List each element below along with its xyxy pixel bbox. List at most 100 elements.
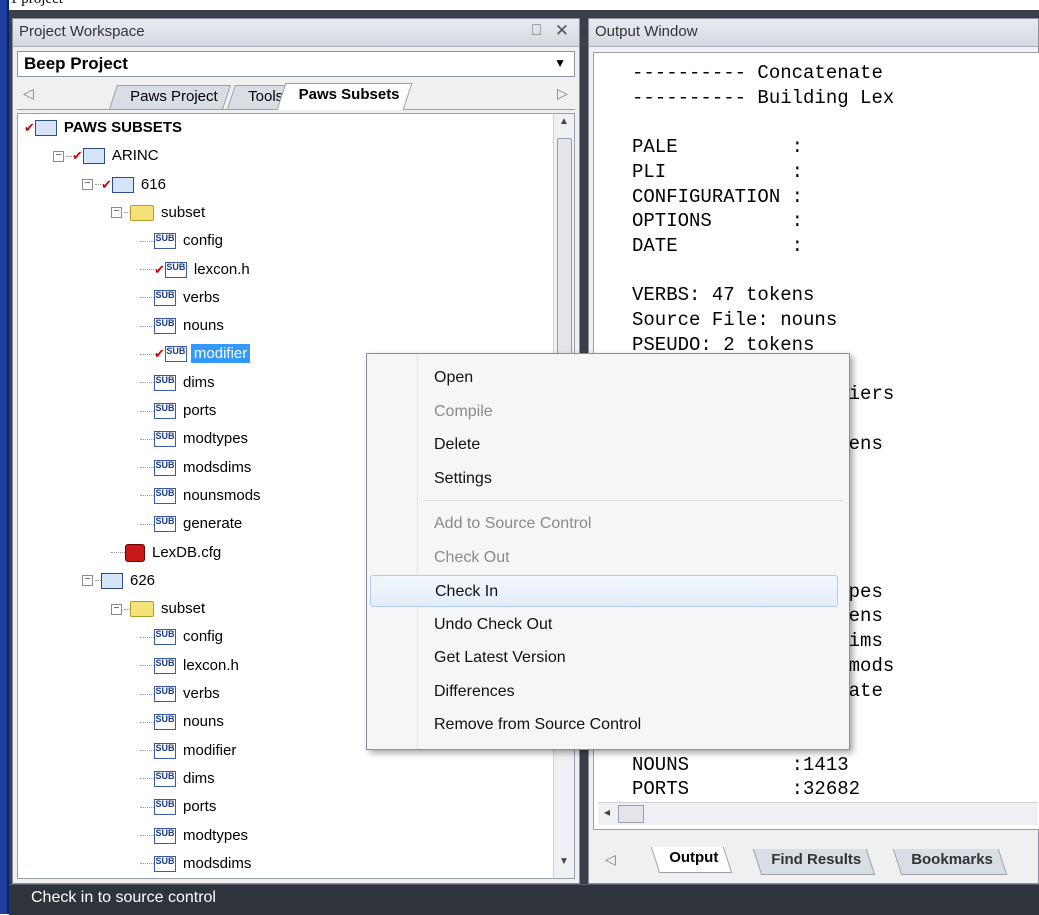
- sub-file-icon: SUB: [154, 799, 176, 816]
- expander-icon[interactable]: −: [82, 179, 93, 191]
- tree-connector: [140, 325, 154, 327]
- tree-item[interactable]: SUB ports: [140, 794, 219, 820]
- tree-item[interactable]: SUB modtypes: [140, 823, 251, 849]
- project-combo[interactable]: Beep Project ▼: [17, 51, 575, 77]
- output-line: OPTIONS :: [632, 210, 804, 233]
- tree-item-label: LexDB.cfg: [152, 543, 222, 561]
- status-bar: Check in to source control: [9, 884, 1039, 915]
- tree-item[interactable]: SUB dims: [140, 766, 218, 792]
- tab-find-results[interactable]: Find Results: [752, 849, 876, 875]
- sub-file-icon: SUB: [154, 459, 176, 476]
- hscroll-thumb[interactable]: [618, 805, 644, 823]
- output-horizontal-scrollbar[interactable]: ◂: [598, 802, 1038, 825]
- tree-connector: [140, 750, 154, 752]
- tree-item[interactable]: SUB nouns: [140, 709, 227, 735]
- sub-file-icon: SUB: [154, 714, 176, 731]
- expander-icon[interactable]: −: [111, 207, 122, 219]
- tree-item-label: modsdims: [183, 458, 252, 476]
- tree-item[interactable]: ✔ PAWS SUBSETS: [24, 115, 185, 141]
- tree-item-label: config: [183, 628, 224, 646]
- menu-separator: [423, 500, 843, 501]
- tree-item-label: modtypes: [183, 430, 249, 448]
- scroll-left-icon[interactable]: ◂: [604, 805, 610, 819]
- tab-paws-subsets[interactable]: Paws Subsets: [276, 83, 413, 110]
- menu-item-undo-check-out[interactable]: Undo Check Out: [370, 609, 838, 641]
- expander-icon[interactable]: −: [111, 603, 122, 615]
- tree-item-label: ARINC: [111, 147, 159, 165]
- tree-item[interactable]: SUB generate: [140, 511, 245, 537]
- tab-scroll-left-icon[interactable]: ◁: [23, 85, 34, 102]
- output-tab-scroll-icon[interactable]: ◁: [605, 851, 616, 868]
- chevron-down-icon[interactable]: ▼: [554, 56, 566, 70]
- tree-item-label: lexcon.h: [193, 260, 250, 278]
- menu-item-check-out[interactable]: Check Out: [370, 542, 838, 574]
- tree-item[interactable]: SUB nouns: [140, 313, 227, 339]
- expander-icon[interactable]: −: [82, 575, 93, 587]
- tree-item[interactable]: SUB modifier: [140, 738, 239, 764]
- tree-item[interactable]: SUB ports: [140, 398, 219, 424]
- folder-icon: [130, 204, 154, 221]
- close-icon[interactable]: ✕: [555, 21, 569, 41]
- tree-connector: [140, 495, 154, 497]
- tree-item-label: nounsmods: [183, 486, 261, 504]
- tree-item[interactable]: SUB config: [140, 228, 226, 254]
- menu-item-compile[interactable]: Compile: [370, 396, 838, 428]
- menu-item-settings[interactable]: Settings: [370, 463, 838, 495]
- tree-item[interactable]: SUB dims: [140, 370, 218, 396]
- tree-connector: [140, 523, 154, 525]
- tree-connector: [140, 240, 154, 242]
- scroll-down-icon[interactable]: ▼: [554, 856, 574, 876]
- tree-connector: [140, 382, 154, 384]
- tree-item[interactable]: SUB verbs: [140, 285, 223, 311]
- menu-item-differences[interactable]: Differences: [370, 676, 838, 708]
- tree-item-label: dims: [183, 373, 215, 391]
- tree-connector: [140, 269, 154, 271]
- tree-item[interactable]: SUB verbs: [140, 681, 223, 707]
- tree-item[interactable]: − ✔ ARINC: [53, 143, 162, 169]
- top-strip: 1 project: [0, 0, 1039, 10]
- tree-item-label: dims: [183, 769, 215, 787]
- scroll-up-icon[interactable]: ▲: [554, 116, 574, 136]
- sub-file-icon: SUB: [154, 403, 176, 420]
- tree-item-label: modsdims: [183, 854, 252, 872]
- tree-item-label: generate: [183, 515, 243, 533]
- menu-item-remove-from-source-control[interactable]: Remove from Source Control: [370, 709, 838, 741]
- tree-item[interactable]: SUB lexcon.h: [140, 653, 242, 679]
- sub-file-icon: SUB: [154, 233, 176, 250]
- project-icon: [111, 176, 134, 193]
- sub-file-icon: SUB: [154, 657, 176, 674]
- sub-file-icon: SUB: [154, 487, 176, 504]
- tree-item[interactable]: − 626: [82, 568, 158, 594]
- tab-output[interactable]: Output: [650, 847, 733, 873]
- menu-item-delete[interactable]: Delete: [370, 429, 838, 461]
- tree-item[interactable]: − subset: [111, 200, 208, 226]
- output-line: ---------- Concatenate: [632, 62, 883, 84]
- output-pane-title: Output Window: [595, 23, 698, 40]
- tab-scroll-right-icon[interactable]: ▷: [557, 85, 568, 102]
- tree-item[interactable]: SUB config: [140, 624, 226, 650]
- menu-item-check-in[interactable]: Check In: [370, 575, 838, 607]
- tree-item-label: modifier: [183, 741, 237, 759]
- tree-item[interactable]: SUB modtypes: [140, 426, 251, 452]
- tree-connector: [140, 665, 154, 667]
- menu-item-get-latest-version[interactable]: Get Latest Version: [370, 642, 838, 674]
- tree-connector: [111, 552, 125, 554]
- menu-item-open[interactable]: Open: [370, 362, 838, 394]
- sub-file-icon: SUB: [164, 261, 187, 278]
- tree-item[interactable]: SUB nounsmods: [140, 483, 264, 509]
- project-icon: [82, 148, 105, 165]
- tree-item[interactable]: ✔SUB lexcon.h: [140, 257, 253, 283]
- tree-item[interactable]: LexDB.cfg: [111, 540, 224, 566]
- tree-item[interactable]: − subset: [111, 596, 208, 622]
- tree-item[interactable]: SUB modsdims: [140, 455, 254, 481]
- tab-paws-project[interactable]: Paws Project: [109, 85, 231, 109]
- tab-bookmarks[interactable]: Bookmarks: [892, 849, 1007, 875]
- tree-item[interactable]: ✔SUB modifier: [140, 341, 251, 367]
- tree-item[interactable]: SUB modsdims: [140, 851, 254, 877]
- checkmark-icon: ✔: [72, 148, 83, 164]
- pin-icon[interactable]: ⎕: [532, 22, 541, 39]
- expander-icon[interactable]: −: [53, 150, 64, 162]
- menu-item-add-to-source-control[interactable]: Add to Source Control: [370, 508, 838, 540]
- tree-item[interactable]: − ✔ 616: [82, 172, 169, 198]
